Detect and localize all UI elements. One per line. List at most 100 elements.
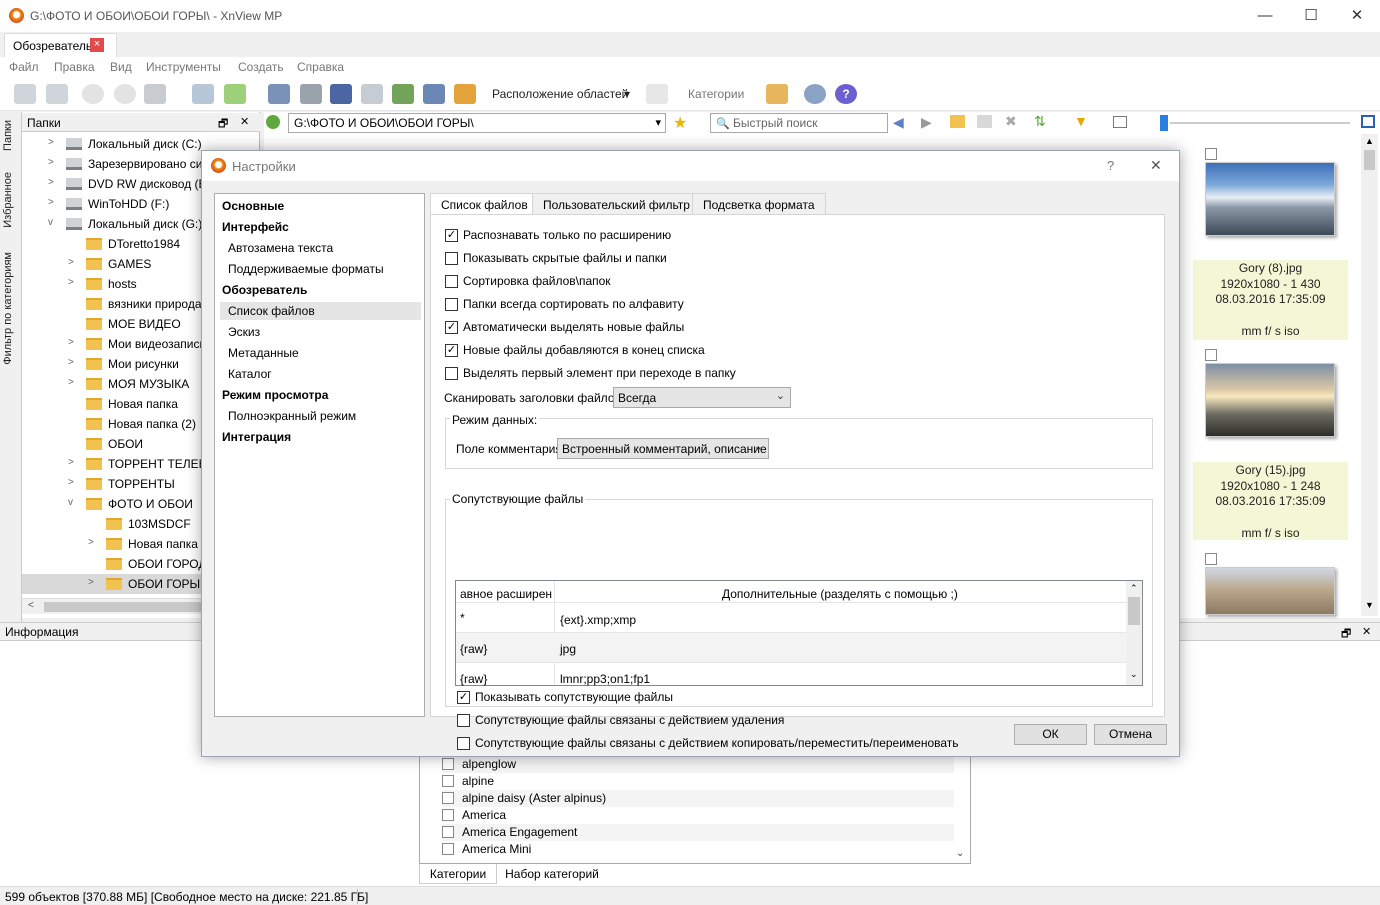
chevron-right-icon[interactable]: > <box>48 157 54 168</box>
chevron-right-icon[interactable]: > <box>68 277 74 288</box>
tab-custom-filter[interactable]: Пользовательский фильтр <box>532 193 701 215</box>
checkbox-icon[interactable] <box>445 252 458 265</box>
path-input[interactable]: G:\ФОТО И ОБОИ\ОБОИ ГОРЫ\ ▾ <box>288 113 666 133</box>
settings-nav-item[interactable]: Режим просмотра <box>220 386 421 404</box>
cancel-button[interactable]: Отмена <box>1094 724 1167 745</box>
settings-nav-item[interactable]: Основные <box>220 197 421 215</box>
checkbox-icon[interactable] <box>445 298 458 311</box>
table-row[interactable]: {raw} lmnr;pp3;on1;fp1 <box>456 663 1126 686</box>
chevron-down-icon[interactable]: v <box>68 497 73 508</box>
pin-icon[interactable]: 🗗 <box>218 115 228 134</box>
side-tab-category-filter[interactable]: Фильтр по категориям <box>2 252 14 365</box>
checkmark-icon[interactable]: ✓ <box>445 321 458 334</box>
checkbox-icon[interactable] <box>457 737 470 750</box>
close-icon[interactable]: ✕ <box>240 115 249 128</box>
view-mode-icon[interactable] <box>1113 116 1127 128</box>
back-arrow-icon[interactable]: ◀ <box>893 114 904 131</box>
category-checkbox[interactable] <box>442 826 454 838</box>
settings-nav-item[interactable]: Интерфейс <box>220 218 421 236</box>
ok-button[interactable]: ОК <box>1014 724 1087 745</box>
tab-browser[interactable]: Обозреватель × <box>4 33 117 57</box>
category-item[interactable]: alpine <box>442 773 954 790</box>
category-checkbox[interactable] <box>442 775 454 787</box>
chevron-right-icon[interactable]: > <box>68 357 74 368</box>
tree-icon[interactable] <box>766 84 788 104</box>
tab-format-highlight[interactable]: Подсветка формата <box>692 193 826 215</box>
chevron-down-icon[interactable]: v <box>48 217 53 228</box>
go-up-icon[interactable] <box>266 115 280 129</box>
category-checkbox[interactable] <box>442 792 454 804</box>
export-icon[interactable] <box>224 84 246 104</box>
chevron-right-icon[interactable]: > <box>48 137 54 148</box>
compare-icon[interactable] <box>361 84 383 104</box>
delete-icon[interactable]: ✖ <box>1005 113 1017 130</box>
settings-nav-item[interactable]: Интеграция <box>220 428 421 446</box>
thumbnail-checkbox[interactable] <box>1205 349 1217 361</box>
checkbox-icon[interactable] <box>445 275 458 288</box>
chevron-right-icon[interactable]: > <box>48 177 54 188</box>
filter-icon[interactable]: ▼ <box>1074 113 1088 129</box>
minimize-button[interactable]: — <box>1242 0 1288 32</box>
chevron-right-icon[interactable]: > <box>68 477 74 488</box>
print-icon[interactable] <box>300 84 322 104</box>
category-icon[interactable] <box>646 84 668 104</box>
thumbnail-cell[interactable] <box>1193 140 1348 260</box>
chevron-right-icon[interactable]: > <box>48 197 54 208</box>
settings-nav-item[interactable]: Автозамена текста <box>220 239 421 257</box>
vertical-scrollbar[interactable]: ⌃ ⌄ <box>1126 581 1142 685</box>
side-tab-favorites[interactable]: Избранное <box>2 172 14 228</box>
chevron-down-icon[interactable]: ▾ <box>655 116 661 129</box>
maximize-button[interactable]: ☐ <box>1288 0 1334 32</box>
menu-view[interactable]: Вид <box>110 60 132 74</box>
settings-nav-item[interactable]: Поддерживаемые форматы <box>220 260 421 278</box>
binoculars-icon[interactable] <box>268 84 290 104</box>
menu-edit[interactable]: Правка <box>54 60 95 74</box>
close-icon[interactable]: ✕ <box>1362 625 1371 638</box>
checkmark-icon[interactable]: ✓ <box>445 344 458 357</box>
menu-help[interactable]: Справка <box>297 60 344 74</box>
side-tab-folders[interactable]: Папки <box>2 120 14 151</box>
slideshow-icon[interactable] <box>454 84 476 104</box>
gear-icon[interactable] <box>804 84 826 104</box>
settings-nav-item[interactable]: Обозреватель <box>220 281 421 299</box>
category-item[interactable]: America <box>442 807 954 824</box>
chevron-right-icon[interactable]: > <box>68 377 74 388</box>
categories-dropdown[interactable]: Категории <box>688 87 744 101</box>
chevron-down-icon[interactable]: ⌄ <box>956 848 964 859</box>
settings-nav-item[interactable]: Полноэкранный режим <box>220 407 421 425</box>
scan-headers-select[interactable]: Всегда ⌄ <box>613 387 791 408</box>
rename-icon[interactable] <box>977 115 992 128</box>
tab-category-sets[interactable]: Набор категорий <box>499 864 605 883</box>
capture-icon[interactable] <box>423 84 445 104</box>
chevron-right-icon[interactable]: > <box>88 537 94 548</box>
settings-nav-item[interactable]: Каталог <box>220 365 421 383</box>
dialog-close-button[interactable]: ✕ <box>1150 157 1162 174</box>
category-checkbox[interactable] <box>442 809 454 821</box>
convert-icon[interactable] <box>392 84 414 104</box>
checkmark-icon[interactable]: ✓ <box>445 229 458 242</box>
category-item[interactable]: America Engagement <box>442 824 954 841</box>
vertical-scrollbar[interactable]: ▲ ▼ <box>1361 134 1378 616</box>
menu-create[interactable]: Создать <box>238 60 284 74</box>
comment-field-select[interactable]: Встроенный комментарий, описание ⌄ <box>557 438 769 459</box>
panel-toggle-icon[interactable] <box>1361 115 1375 128</box>
menu-file[interactable]: Файл <box>9 60 39 74</box>
help-icon[interactable]: ? <box>835 84 857 104</box>
properties-icon[interactable] <box>192 84 214 104</box>
chevron-right-icon[interactable]: > <box>68 337 74 348</box>
category-item[interactable]: America Mini <box>442 841 954 858</box>
quick-search-input[interactable]: 🔍 Быстрый поиск <box>710 113 888 133</box>
fit-window-icon[interactable] <box>46 84 68 104</box>
scan-icon[interactable] <box>330 84 352 104</box>
new-folder-icon[interactable] <box>950 115 965 128</box>
layout-dropdown[interactable]: Расположение областей <box>492 87 628 101</box>
checkmark-icon[interactable]: ✓ <box>457 691 470 704</box>
settings-nav-item[interactable]: Эскиз <box>220 323 421 341</box>
tab-file-list[interactable]: Список файлов <box>430 193 539 216</box>
category-item[interactable]: alpine daisy (Aster alpinus) <box>442 790 954 807</box>
forward-arrow-icon[interactable]: ▶ <box>921 114 932 131</box>
table-row[interactable]: * {ext}.xmp;xmp <box>456 603 1126 633</box>
thumbnail-checkbox[interactable] <box>1205 553 1217 565</box>
chevron-right-icon[interactable]: > <box>68 457 74 468</box>
sort-icon[interactable]: ⇅ <box>1034 113 1046 130</box>
